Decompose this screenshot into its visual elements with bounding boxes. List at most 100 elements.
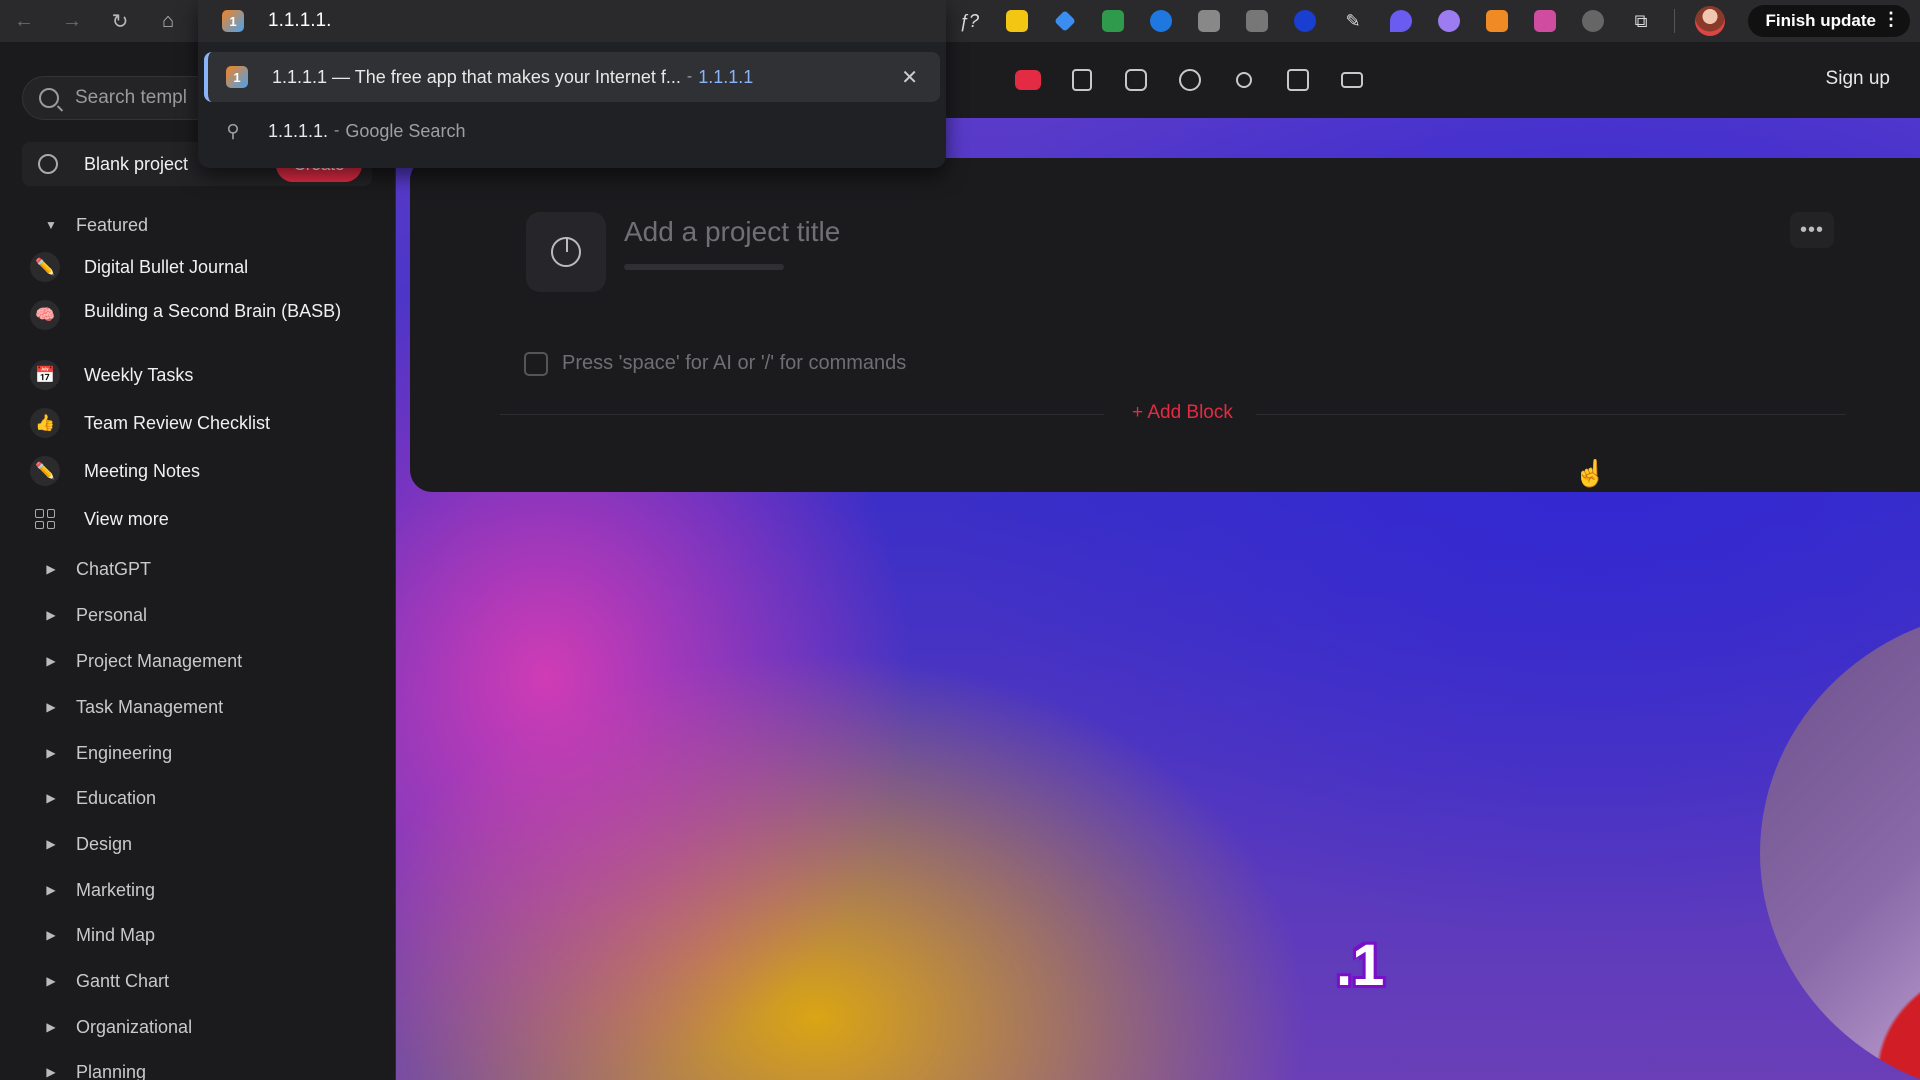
search-placeholder: Search templ — [75, 87, 187, 108]
eyedropper-extension-icon[interactable]: ✎ — [1334, 6, 1372, 36]
remove-suggestion-close-icon[interactable]: ✕ — [901, 65, 918, 90]
chevron-down-icon: ▼ — [45, 218, 57, 232]
template-label: Team Review Checklist — [84, 412, 271, 433]
command-input[interactable]: Press 'space' for AI or '/' for commands — [562, 352, 906, 375]
address-bar[interactable]: 1 1.1.1.1. — [198, 0, 946, 42]
flag-extension-icon[interactable] — [1526, 6, 1564, 36]
category-chatgpt[interactable]: ▶ ChatGPT — [0, 554, 396, 584]
calendar-icon: 📅 — [30, 360, 60, 390]
layout-view-icon[interactable] — [1278, 62, 1318, 98]
finish-update-label: Finish update — [1765, 11, 1877, 30]
divider-right — [1256, 414, 1846, 415]
chevron-right-icon: ▶ — [46, 837, 56, 851]
template-label: Weekly Tasks — [84, 364, 194, 385]
category-label: Organizational — [76, 1016, 193, 1037]
address-input-text[interactable]: 1.1.1.1. — [268, 10, 331, 32]
thumbs-up-icon: 👍 — [30, 408, 60, 438]
category-label: Planning — [76, 1061, 147, 1080]
drop-extension-icon[interactable] — [1382, 6, 1420, 36]
chevron-right-icon: ▶ — [46, 883, 56, 897]
calendar-view-icon[interactable] — [1116, 62, 1156, 98]
brain-icon: 🧠 — [30, 300, 60, 330]
template-item-weekly-tasks[interactable]: 📅 Weekly Tasks — [30, 360, 370, 390]
suggestion-search[interactable]: ⚲ 1.1.1.1. - Google Search — [204, 106, 940, 156]
chevron-right-icon: ▶ — [46, 746, 56, 760]
video-extension-icon[interactable] — [1142, 6, 1180, 36]
category-mind-map[interactable]: ▶ Mind Map — [0, 920, 396, 950]
category-personal[interactable]: ▶ Personal — [0, 600, 396, 630]
more-options-button[interactable]: ••• — [1790, 212, 1834, 248]
profile-avatar[interactable] — [1695, 6, 1725, 36]
chevron-right-icon: ▶ — [46, 1065, 56, 1079]
sign-up-link[interactable]: Sign up — [1826, 68, 1890, 90]
view-more-button[interactable]: View more — [30, 504, 370, 534]
category-gantt-chart[interactable]: ▶ Gantt Chart — [0, 966, 396, 996]
suggestion-engine: Google Search — [345, 120, 466, 141]
finish-update-button[interactable]: Finish update ⋮ — [1747, 5, 1910, 37]
view-more-label: View more — [84, 508, 169, 529]
project-title-input[interactable]: Add a project title — [624, 216, 840, 248]
chevron-right-icon: ▶ — [46, 1020, 56, 1034]
task-checkbox[interactable] — [524, 352, 548, 376]
gem-extension-icon[interactable] — [1046, 6, 1084, 36]
reload-button[interactable]: ↻ — [96, 0, 144, 42]
code-extension-icon[interactable] — [1190, 6, 1228, 36]
category-engineering[interactable]: ▶ Engineering — [0, 738, 396, 768]
featured-section-toggle[interactable]: ▼ Featured — [0, 210, 396, 240]
table-view-icon[interactable] — [1170, 62, 1210, 98]
ghost-extension-icon[interactable] — [1430, 6, 1468, 36]
back-button[interactable]: ← — [0, 0, 48, 42]
home-button[interactable]: ⌂ — [144, 0, 192, 42]
suggestion-title: 1.1.1.1 — The free app that makes your I… — [272, 66, 681, 87]
category-education[interactable]: ▶ Education — [0, 783, 396, 813]
add-block-button[interactable]: + Add Block — [1132, 402, 1233, 424]
template-item-team-review[interactable]: 👍 Team Review Checklist — [30, 408, 370, 438]
moon-extension-icon[interactable] — [1574, 6, 1612, 36]
category-label: Mind Map — [76, 924, 156, 945]
category-label: Engineering — [76, 742, 173, 763]
category-organizational[interactable]: ▶ Organizational — [0, 1012, 396, 1042]
suggestion-separator: - — [686, 68, 693, 85]
info-extension-icon[interactable] — [1286, 6, 1324, 36]
project-icon-picker[interactable] — [526, 212, 606, 292]
suggestion-url: 1.1.1.1 — [698, 66, 754, 87]
chevron-right-icon: ▶ — [46, 928, 56, 942]
pencil-icon: ✏️ — [30, 456, 60, 486]
pencil-icon: ✏️ — [30, 252, 60, 282]
board-view-icon[interactable] — [1062, 62, 1102, 98]
counter-extension-icon[interactable] — [1094, 6, 1132, 36]
chevron-right-icon: ▶ — [46, 562, 56, 576]
category-planning[interactable]: ▶ Planning — [0, 1057, 396, 1080]
category-label: ChatGPT — [76, 558, 152, 579]
template-item-digital-bullet-journal[interactable]: ✏️ Digital Bullet Journal — [30, 252, 370, 282]
category-label: Education — [76, 787, 157, 808]
template-label: Digital Bullet Journal — [84, 256, 249, 277]
forward-button[interactable]: → — [48, 0, 96, 42]
suggestion-separator: - — [334, 122, 340, 139]
category-label: Marketing — [76, 879, 156, 900]
share-graph-icon[interactable] — [1224, 62, 1264, 98]
timeline-view-icon[interactable] — [1332, 62, 1372, 98]
omnibox-dropdown: 1 1.1.1.1. 1 1.1.1.1 — The free app that… — [198, 0, 946, 168]
chevron-right-icon: ▶ — [46, 654, 56, 668]
suggestion-site[interactable]: 1 1.1.1.1 — The free app that makes your… — [204, 52, 940, 102]
fox-extension-icon[interactable] — [1478, 6, 1516, 36]
suggestion-favicon-icon: 1 — [226, 66, 248, 88]
editor-area: Sign up Add a project title ••• Press 's… — [396, 42, 1920, 1080]
notes-extension-icon[interactable] — [998, 6, 1036, 36]
tb-extension-icon[interactable] — [1238, 6, 1276, 36]
document-view-icon[interactable] — [1008, 62, 1048, 98]
category-marketing[interactable]: ▶ Marketing — [0, 875, 396, 905]
font-extension-icon[interactable]: ƒ? — [950, 6, 988, 36]
suggestion-query: 1.1.1.1. — [268, 120, 329, 141]
template-item-meeting-notes[interactable]: ✏️ Meeting Notes — [30, 456, 370, 486]
template-sidebar: Search templ Blank project Create ▼ Feat… — [0, 42, 396, 1080]
category-design[interactable]: ▶ Design — [0, 829, 396, 859]
category-task-management[interactable]: ▶ Task Management — [0, 692, 396, 722]
category-label: Project Management — [76, 650, 243, 671]
kebab-menu-icon[interactable]: ⋮ — [1882, 9, 1900, 30]
category-project-management[interactable]: ▶ Project Management — [0, 646, 396, 676]
divider-left — [500, 414, 1104, 415]
template-item-second-brain[interactable]: 🧠 Building a Second Brain (BASB) — [30, 300, 370, 350]
puzzle-extensions-icon[interactable]: ⧉ — [1622, 6, 1660, 36]
